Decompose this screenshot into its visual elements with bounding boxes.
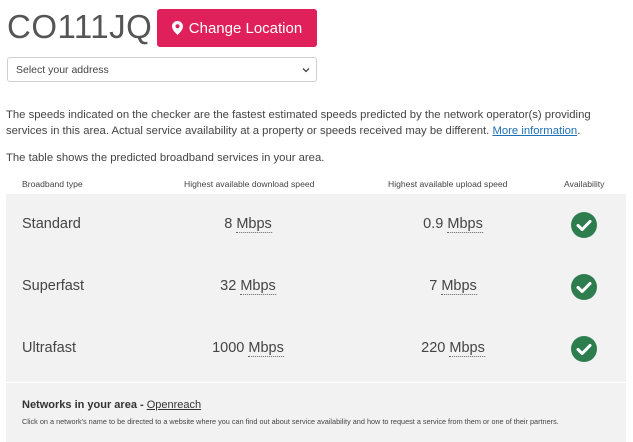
change-location-button[interactable]: Change Location: [157, 9, 317, 47]
address-select-value: Select your address: [16, 63, 109, 76]
column-header-availability: Availability: [564, 179, 605, 189]
table-row: Ultrafast 1000 Mbps 220 Mbps: [6, 318, 626, 380]
upload-speed: 220 Mbps: [421, 340, 485, 357]
speed-unit[interactable]: Mbps: [449, 340, 485, 357]
column-header-upload: Highest available upload speed: [388, 179, 508, 189]
networks-panel: Networks in your area - Openreach Click …: [6, 382, 626, 437]
download-speed: 1000 Mbps: [212, 340, 284, 357]
networks-description: Click on a network's name to be directed…: [22, 417, 559, 426]
table-header: Broadband type Highest available downloa…: [6, 172, 626, 194]
map-pin-icon: [171, 21, 183, 35]
column-header-type: Broadband type: [22, 179, 83, 189]
speed-unit[interactable]: Mbps: [248, 340, 284, 357]
more-information-link[interactable]: More information: [492, 125, 577, 137]
broadband-type: Superfast: [22, 278, 85, 294]
postcode-title: CO111JQ: [7, 8, 153, 45]
openreach-link[interactable]: Openreach: [147, 399, 201, 411]
upload-speed: 0.9 Mbps: [423, 216, 483, 233]
broadband-type: Standard: [22, 216, 81, 232]
speed-unit[interactable]: Mbps: [441, 278, 477, 295]
download-speed: 8 Mbps: [224, 216, 272, 233]
column-header-download: Highest available download speed: [184, 179, 315, 189]
check-circle-icon: [571, 212, 597, 238]
speed-unit[interactable]: Mbps: [447, 216, 483, 233]
download-speed: 32 Mbps: [220, 278, 276, 295]
speed-unit[interactable]: Mbps: [240, 278, 276, 295]
speed-unit[interactable]: Mbps: [236, 216, 272, 233]
check-circle-icon: [571, 336, 597, 362]
speed-disclaimer: The speeds indicated on the checker are …: [6, 109, 591, 137]
chevron-down-icon: [302, 65, 310, 73]
upload-speed: 7 Mbps: [429, 278, 477, 295]
broadband-type: Ultrafast: [22, 340, 76, 356]
broadband-table: Broadband type Highest available downloa…: [6, 172, 626, 442]
address-select[interactable]: Select your address: [7, 57, 317, 82]
check-circle-icon: [571, 274, 597, 300]
table-intro: The table shows the predicted broadband …: [6, 152, 325, 164]
table-row: Standard 8 Mbps 0.9 Mbps: [6, 194, 626, 256]
change-location-label: Change Location: [188, 19, 303, 37]
networks-title: Networks in your area - Openreach: [22, 399, 202, 411]
table-row: Superfast 32 Mbps 7 Mbps: [6, 256, 626, 318]
